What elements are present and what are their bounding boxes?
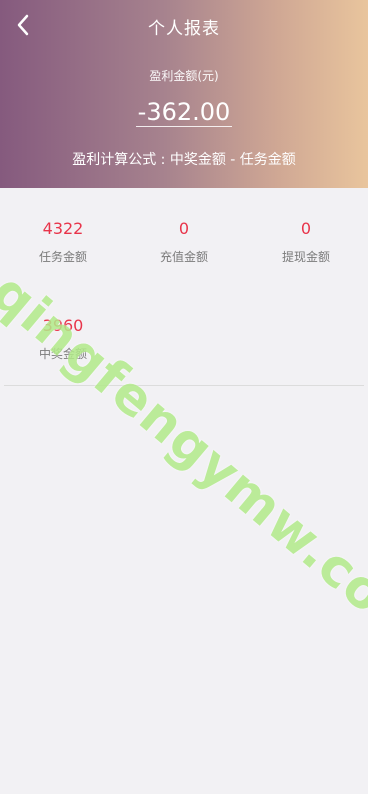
profit-label: 盈利金额(元) — [149, 69, 219, 83]
stat-label: 任务金额 — [38, 250, 87, 264]
stat-prize-amount: 3960 中奖金额 — [8, 316, 118, 362]
stat-value: 4322 — [42, 219, 84, 238]
section-divider — [4, 385, 364, 386]
stat-task-amount: 4322 任务金额 — [8, 219, 118, 265]
stat-label: 中奖金额 — [38, 347, 87, 361]
stat-value: 0 — [300, 219, 312, 238]
watermark: qingfengymw.com — [0, 262, 368, 662]
profit-formula: 盈利计算公式 : 中奖金额 - 任务金额 — [72, 152, 296, 168]
page-title: 个人报表 — [148, 19, 220, 39]
report-header: 个人报表 盈利金额(元) -362.00 盈利计算公式 : 中奖金额 - 任务金… — [0, 0, 368, 188]
stat-recharge-amount: 0 充值金额 — [129, 219, 239, 265]
stat-label: 充值金额 — [159, 250, 208, 264]
profit-value: -362.00 — [135, 98, 233, 127]
stat-value: 3960 — [42, 316, 84, 335]
stat-withdraw-amount: 0 提现金额 — [251, 219, 361, 265]
stat-label: 提现金额 — [281, 250, 330, 264]
stat-value: 0 — [178, 219, 190, 238]
